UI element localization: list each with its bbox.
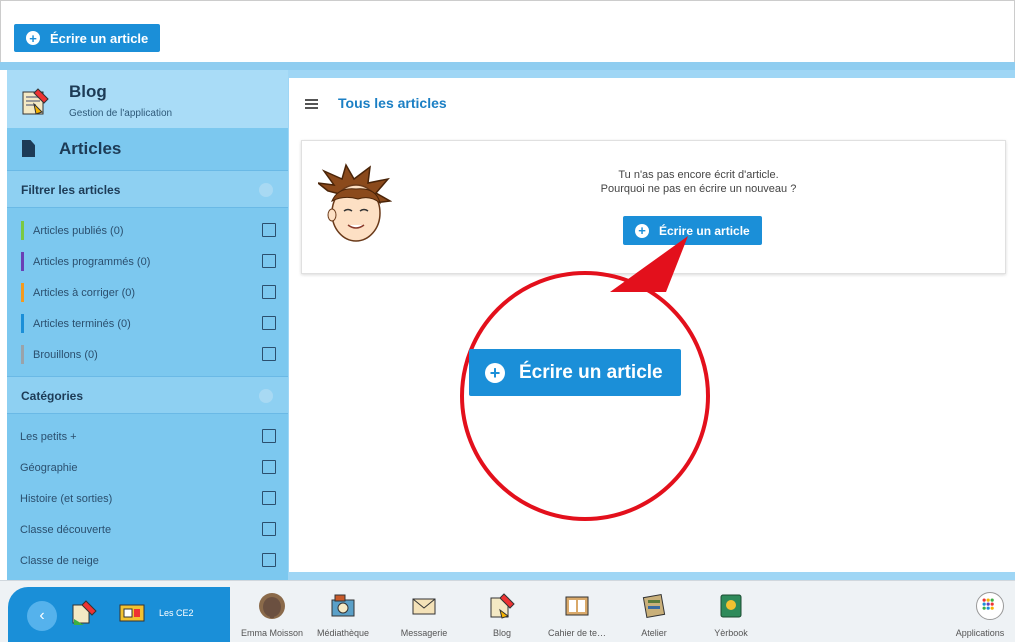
empty-message-line2: Pourquoi ne pas en écrire un nouveau ?	[600, 183, 797, 195]
category-checkbox[interactable]	[262, 522, 276, 536]
filter-item-scheduled[interactable]: Articles programmés (0)	[7, 247, 288, 277]
filter-label: Articles à corriger (0)	[33, 287, 136, 299]
dock-item-profile[interactable]: Emma Moisson	[232, 592, 312, 642]
filter-item-published[interactable]: Articles publiés (0)	[7, 216, 288, 246]
category-label: Classe découverte	[20, 524, 112, 536]
articles-section: Articles	[7, 128, 288, 170]
dock-item-blog[interactable]: Blog	[462, 592, 542, 642]
dock-label: Cahier de te…	[547, 628, 607, 638]
dock-item-messaging[interactable]: Messagerie	[384, 592, 464, 642]
empty-message-line1: Tu n'as pas encore écrit d'article.	[618, 169, 779, 181]
blog-app-icon	[22, 88, 49, 115]
filter-checkbox[interactable]	[262, 285, 276, 299]
callout-pointer	[610, 236, 688, 292]
collapse-icon[interactable]	[259, 389, 273, 403]
envelope-icon	[412, 598, 436, 615]
media-icon	[331, 594, 355, 617]
filter-checkbox[interactable]	[262, 223, 276, 237]
dock-label: Yèrbook	[714, 628, 748, 638]
applications-label[interactable]: Applications	[945, 628, 1015, 638]
notebook-icon	[565, 596, 589, 616]
status-color-bar	[21, 283, 24, 302]
top-toolbar: + Écrire un article	[0, 0, 1015, 62]
dock-label: Emma Moisson	[240, 628, 303, 638]
category-label: Classe de neige	[20, 555, 99, 567]
category-checkbox[interactable]	[262, 553, 276, 567]
back-button[interactable]: ‹	[27, 601, 57, 631]
collapse-icon[interactable]	[259, 183, 273, 197]
document-icon	[22, 140, 35, 157]
category-item[interactable]: Géographie	[7, 453, 288, 483]
category-item[interactable]: Histoire (et sorties)	[7, 484, 288, 514]
blog-icon	[490, 593, 515, 619]
plus-circle-icon: +	[485, 362, 505, 383]
app-subtitle[interactable]: Gestion de l'application	[69, 108, 172, 119]
dock-label: Médiathèque	[316, 628, 370, 638]
filter-articles-header[interactable]: Filtrer les articles	[7, 170, 288, 208]
header-divider	[0, 62, 1015, 70]
dock-label: Messagerie	[400, 628, 448, 638]
filter-item-to-correct[interactable]: Articles à corriger (0)	[7, 278, 288, 308]
dock-class-panel: ‹ Les CE2	[8, 587, 230, 642]
zoomed-write-article-button[interactable]: + Écrire un article	[469, 349, 681, 396]
category-checkbox[interactable]	[262, 460, 276, 474]
category-checkbox[interactable]	[262, 429, 276, 443]
blog-switch-icon[interactable]	[70, 599, 98, 627]
filter-articles-title: Filtrer les articles	[21, 183, 121, 197]
zoom-callout-circle	[460, 271, 710, 521]
category-item[interactable]: Les petits +	[7, 422, 288, 452]
filter-label: Brouillons (0)	[33, 349, 98, 361]
classroom-icon[interactable]	[118, 599, 146, 627]
status-color-bar	[21, 314, 24, 333]
filter-item-finished[interactable]: Articles terminés (0)	[7, 309, 288, 339]
plus-circle-icon: +	[26, 31, 40, 45]
dock-label: Atelier	[641, 628, 667, 638]
category-label: Géographie	[20, 462, 78, 474]
app-title: Blog	[69, 82, 107, 101]
dock-label: Blog	[492, 628, 511, 638]
dock-item-notebook[interactable]: Cahier de te…	[537, 592, 617, 642]
category-item[interactable]: Classe découverte	[7, 515, 288, 545]
write-article-label: Écrire un article	[50, 30, 149, 46]
dock-item-yearbook[interactable]: Yèrbook	[691, 592, 771, 642]
filter-checkbox[interactable]	[262, 347, 276, 361]
categories-header[interactable]: Catégories	[7, 376, 288, 414]
category-checkbox[interactable]	[262, 491, 276, 505]
filter-label: Articles programmés (0)	[33, 256, 151, 268]
filter-label: Articles publiés (0)	[33, 225, 124, 237]
articles-title: Articles	[59, 139, 122, 158]
category-item[interactable]: Classe de neige	[7, 546, 288, 576]
class-label[interactable]: Les CE2	[159, 608, 194, 618]
dock-item-media[interactable]: Médiathèque	[303, 592, 383, 642]
category-label: Les petits +	[20, 431, 77, 443]
status-color-bar	[21, 252, 24, 271]
filter-label: Articles terminés (0)	[33, 318, 131, 330]
workshop-icon	[642, 594, 666, 618]
yearbook-icon	[720, 594, 742, 618]
avatar-elephant-icon	[259, 593, 285, 619]
breadcrumb[interactable]: Tous les articles	[338, 95, 447, 111]
write-article-button[interactable]: + Écrire un article	[14, 24, 161, 52]
dock-item-workshop[interactable]: Atelier	[614, 592, 694, 642]
write-article-label: Écrire un article	[519, 361, 663, 383]
filter-checkbox[interactable]	[262, 316, 276, 330]
applications-grid-icon[interactable]	[976, 592, 1004, 620]
filter-item-drafts[interactable]: Brouillons (0)	[7, 340, 288, 370]
categories-title: Catégories	[21, 389, 84, 403]
status-color-bar	[21, 345, 24, 364]
app-header: Blog Gestion de l'application	[7, 70, 288, 128]
menu-icon[interactable]	[305, 99, 318, 109]
filter-checkbox[interactable]	[262, 254, 276, 268]
status-color-bar	[21, 221, 24, 240]
category-label: Histoire (et sorties)	[20, 493, 113, 505]
grid-dots-icon	[982, 598, 994, 610]
